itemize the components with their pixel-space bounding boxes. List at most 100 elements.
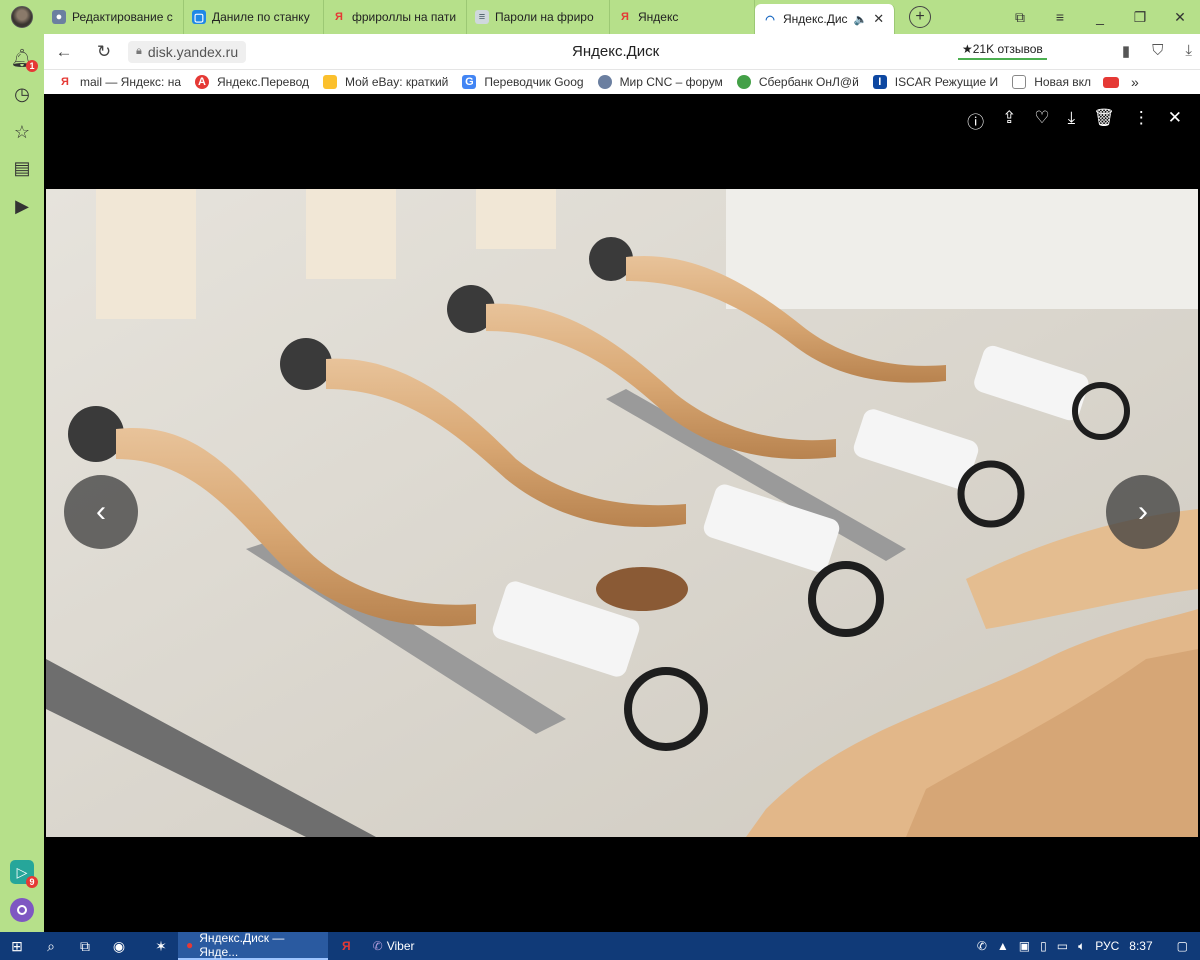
app-launcher-icon[interactable]: ▷ 9 xyxy=(0,860,44,888)
youtube-icon[interactable] xyxy=(1103,76,1120,88)
viber-tray-icon[interactable]: ✆ xyxy=(977,939,987,953)
tab-5[interactable]: Я Яндекс xyxy=(610,0,755,34)
collections-icon[interactable]: ▤ xyxy=(0,158,44,179)
heart-icon[interactable]: ♡ xyxy=(1034,108,1049,133)
speaker-icon[interactable]: 🔈 xyxy=(854,13,868,26)
box-icon: ▢ xyxy=(192,10,206,24)
yandex-icon: Я xyxy=(621,11,629,23)
yandex-icon: Я xyxy=(342,939,351,953)
doc-icon: ≡ xyxy=(475,10,489,24)
alice-icon[interactable]: ◉ xyxy=(102,938,136,955)
more-icon[interactable]: ⋮ xyxy=(1133,108,1150,133)
maximize-button[interactable]: ❐ xyxy=(1120,9,1160,26)
url-field[interactable]: 🔒︎ disk.yandex.ru xyxy=(128,40,247,63)
iscar-icon: I xyxy=(872,75,887,89)
prev-image-button[interactable]: ‹ xyxy=(64,475,138,549)
taskbar-app-label: Viber xyxy=(386,939,415,953)
close-window-button[interactable]: ✕ xyxy=(1160,9,1200,26)
window-controls: ⧉ ≡ _ ❐ ✕ xyxy=(1000,0,1200,34)
reload-button[interactable]: ↻ xyxy=(84,42,124,62)
yandex-icon: Я xyxy=(61,76,69,88)
media-icon[interactable]: ▶︎ xyxy=(0,196,44,217)
reviews-badge[interactable]: ★21K отзывов xyxy=(958,40,1047,60)
tab-1[interactable]: ● Редактирование с xyxy=(44,0,184,34)
protect-icon[interactable]: ⛉ xyxy=(1152,42,1163,60)
tab-active[interactable]: ◠ Яндекс.Дис 🔈 ✕ xyxy=(755,4,895,34)
bookmark-new-tab[interactable]: Новая вкл xyxy=(1012,75,1091,89)
download-icon[interactable]: ⤓ xyxy=(1185,42,1192,60)
back-button[interactable]: ← xyxy=(44,42,84,62)
sber-icon xyxy=(736,75,751,89)
browser-window: ● Редактирование с ▢ Данилe по станку Я … xyxy=(0,0,1200,960)
windows-start-icon[interactable]: ⊞ xyxy=(0,938,34,955)
favorites-icon[interactable]: ☆ xyxy=(0,122,44,143)
profile-button[interactable] xyxy=(0,0,44,34)
tab-label: Яндекс.Дис xyxy=(783,12,848,26)
trash-icon[interactable]: 🗑︎ xyxy=(1093,108,1115,133)
alice-icon[interactable] xyxy=(0,898,44,922)
tab-label: фрироллы на пати xyxy=(352,10,457,24)
bookmark-label: Мир CNC – форум xyxy=(619,75,723,89)
bookmarks-bar: Я mail — Яндекс: на A Яндекс.Перевод Мой… xyxy=(44,70,1200,94)
page-icon xyxy=(1012,75,1027,89)
system-tray: ✆ ▲ ▣ ▯ ▭ 🔈︎ РУС 8:37 ▢ xyxy=(977,932,1200,960)
volume-icon[interactable]: 🔈︎ xyxy=(1078,939,1085,954)
tab-label: Яндекс xyxy=(638,10,679,24)
info-icon[interactable]: ⓘ xyxy=(967,108,984,133)
cnc-carving-photo xyxy=(46,189,1198,837)
nvidia-tray-icon[interactable]: ▣ xyxy=(1019,939,1030,953)
bookmark-mail[interactable]: Я mail — Яндекс: на xyxy=(58,75,181,89)
minimize-button[interactable]: _ xyxy=(1080,9,1120,25)
close-tab-icon[interactable]: ✕ xyxy=(873,11,884,27)
globe-icon[interactable]: ✶ xyxy=(144,938,178,955)
page-title: Яндекс.Диск xyxy=(572,43,660,60)
taskbar-app-yandex-disk[interactable]: ● Яндекс.Диск — Янде... xyxy=(178,931,328,960)
bookmark-ebay[interactable]: Мой eBay: краткий xyxy=(323,75,448,89)
clock[interactable]: 8:37 xyxy=(1129,939,1152,953)
yandex-icon: Я xyxy=(335,11,343,23)
bookmark-label: mail — Яндекс: на xyxy=(80,75,181,89)
lock-icon: 🔒︎ xyxy=(136,45,142,57)
tab-4[interactable]: ≡ Пароли на фриро xyxy=(467,0,610,34)
language-indicator[interactable]: РУС xyxy=(1095,939,1119,953)
task-view-icon[interactable]: ⧉ xyxy=(68,938,102,955)
battery-icon[interactable]: ▯ xyxy=(1040,939,1047,953)
translate-icon: A xyxy=(195,75,209,89)
network-icon[interactable]: ▭ xyxy=(1057,939,1068,953)
notifications-center-icon[interactable]: ▢ xyxy=(1177,939,1188,953)
bookmark-translate[interactable]: A Яндекс.Перевод xyxy=(195,75,309,89)
tab-3[interactable]: Я фрироллы на пати xyxy=(324,0,467,34)
viber-icon: ✆ xyxy=(372,939,383,953)
tab-2[interactable]: ▢ Данилe по станку xyxy=(184,0,324,34)
bookmark-label: Сбербанк ОнЛ@й xyxy=(758,75,859,89)
bookmark-cnc[interactable]: Мир CNC – форум xyxy=(597,75,723,89)
close-icon[interactable]: ✕ xyxy=(1168,108,1182,133)
taskbar-app-yandex[interactable]: Я xyxy=(334,932,359,960)
more-bookmarks-icon[interactable]: » xyxy=(1131,74,1139,90)
tab-label: Пароли на фриро xyxy=(495,10,594,24)
share-icon[interactable]: ⇪ xyxy=(1002,108,1016,133)
yandex-browser-icon: ● xyxy=(186,938,194,952)
history-icon[interactable]: ◷ xyxy=(0,84,44,105)
photo xyxy=(46,189,1198,837)
bookmark-sberbank[interactable]: Сбербанк ОнЛ@й xyxy=(736,75,859,89)
new-tab-button[interactable]: + xyxy=(909,6,931,28)
download-icon[interactable]: ⤓ xyxy=(1068,108,1076,133)
drive-tray-icon[interactable]: ▲ xyxy=(997,939,1009,953)
taskbar-app-viber[interactable]: ✆ Viber xyxy=(365,932,423,960)
notification-badge: 1 xyxy=(26,60,38,72)
tabs-menu-icon[interactable]: ⧉ xyxy=(1000,9,1040,26)
tab-label: Данилe по станку xyxy=(212,10,310,24)
address-actions: ▮ ⛉ ⤓ xyxy=(1122,42,1192,60)
image-viewer: ⓘ ⇪ ♡ ⤓ 🗑︎ ⋮ ✕ ‹ › xyxy=(44,94,1200,932)
menu-icon[interactable]: ≡ xyxy=(1040,9,1080,25)
bookmark-iscar[interactable]: I ISCAR Режущие И xyxy=(872,75,999,89)
notifications-icon[interactable]: 🔔︎ 1 xyxy=(0,48,44,72)
bookmark-label: ISCAR Режущие И xyxy=(894,75,999,89)
next-image-button[interactable]: › xyxy=(1106,475,1180,549)
bookmark-icon[interactable]: ▮ xyxy=(1122,42,1130,60)
search-icon[interactable]: ⌕ xyxy=(34,938,68,955)
taskbar-app-label: Яндекс.Диск — Янде... xyxy=(199,931,285,959)
bookmark-label: Мой eBay: краткий xyxy=(345,75,449,89)
bookmark-google-translate[interactable]: G Переводчик Goog xyxy=(462,75,584,89)
